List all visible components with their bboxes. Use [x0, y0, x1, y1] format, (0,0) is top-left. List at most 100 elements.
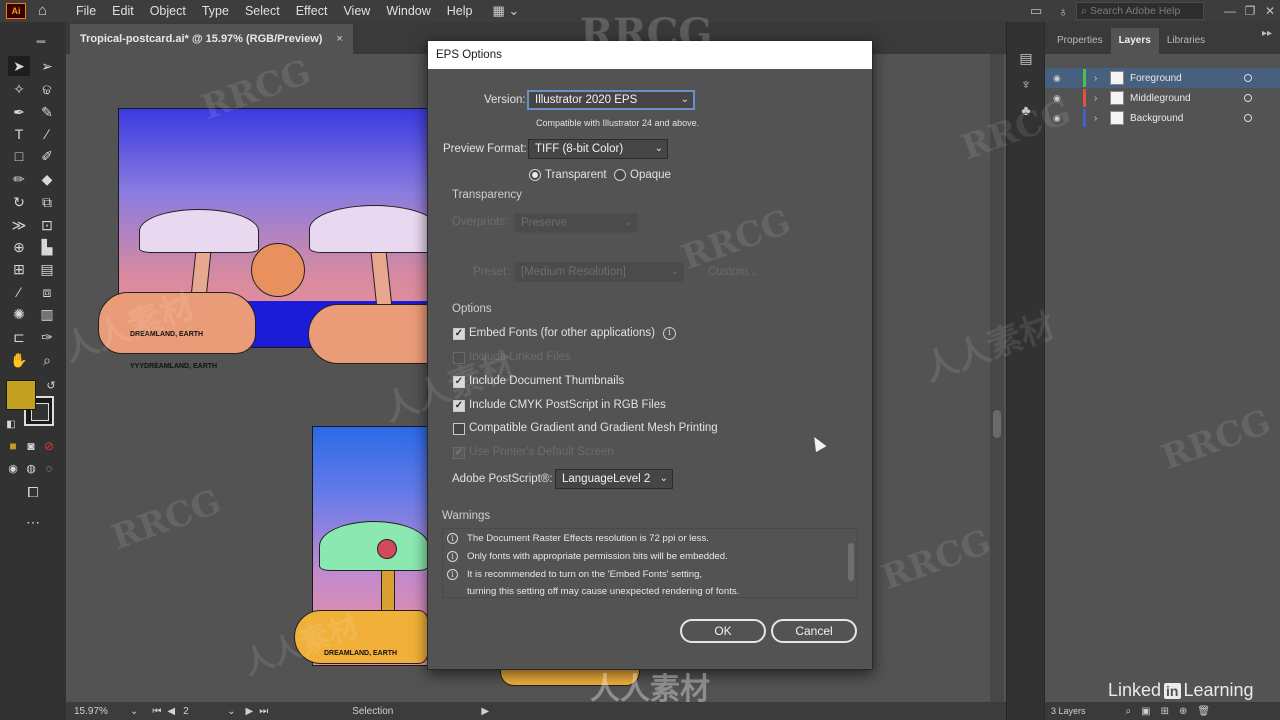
symbol-sprayer-tool-icon[interactable]: ✺ — [8, 304, 30, 324]
arrange-documents-icon[interactable]: ▦ ⌄ — [493, 3, 520, 19]
scale-tool-icon[interactable]: ⧉ — [36, 192, 58, 212]
cmyk-postscript-checkbox[interactable]: ✓ — [453, 400, 465, 412]
menu-type[interactable]: Type — [194, 0, 237, 22]
width-tool-icon[interactable]: ≫ — [8, 215, 30, 235]
graph-tool-icon[interactable]: ▥ — [36, 304, 58, 324]
shaper-tool-icon[interactable]: ✏ — [8, 169, 30, 189]
warnings-scrollbar-thumb[interactable] — [848, 543, 854, 581]
radio-opaque-label[interactable]: Opaque — [630, 169, 671, 181]
layer-row-middleground[interactable]: ◉ › Middleground — [1045, 88, 1280, 108]
thumbnails-label[interactable]: Include Document Thumbnails — [469, 375, 624, 387]
delete-layer-icon[interactable]: 🗑 — [1197, 706, 1210, 717]
last-artboard-icon[interactable]: ⏭ — [259, 706, 268, 717]
expand-chevron-icon[interactable]: › — [1094, 113, 1104, 124]
tab-layers[interactable]: Layers — [1110, 28, 1159, 54]
properties-panel-icon[interactable]: ▤ — [1017, 50, 1035, 68]
zoom-dropdown-icon[interactable]: ⌄ — [130, 706, 138, 717]
layer-row-background[interactable]: ◉ › Background — [1045, 108, 1280, 128]
brushes-panel-icon[interactable]: ♆ — [1017, 76, 1035, 94]
expand-chevron-icon[interactable]: › — [1094, 93, 1104, 104]
type-tool-icon[interactable]: T — [8, 124, 30, 144]
lightbulb-icon[interactable]: ♁ — [1058, 4, 1068, 19]
minimize-icon[interactable]: — — [1220, 4, 1240, 18]
menu-help[interactable]: Help — [439, 0, 481, 22]
new-layer-icon[interactable]: ⊕ — [1179, 706, 1187, 717]
next-artboard-icon[interactable]: ▶ — [245, 706, 253, 717]
slice-tool-icon[interactable]: ✑ — [36, 327, 58, 347]
rectangle-tool-icon[interactable]: □ — [8, 146, 30, 166]
eyedropper-tool-icon[interactable]: ⁄ — [8, 282, 30, 302]
perspective-grid-tool-icon[interactable]: ▙ — [36, 237, 58, 257]
curvature-tool-icon[interactable]: ✎ — [36, 102, 58, 122]
artboard-tool-icon[interactable]: ⊏ — [8, 327, 30, 347]
gradient-tool-icon[interactable]: ▤ — [36, 259, 58, 279]
layer-name[interactable]: Foreground — [1130, 73, 1240, 84]
shape-builder-tool-icon[interactable]: ⊕ — [8, 237, 30, 257]
tab-libraries[interactable]: Libraries — [1159, 28, 1213, 54]
postscript-level-select[interactable]: LanguageLevel 2 ⌄ — [555, 469, 673, 489]
layer-row-foreground[interactable]: ◉ › Foreground — [1045, 68, 1280, 88]
radio-transparent[interactable] — [529, 169, 541, 181]
canvas-vertical-scrollbar[interactable] — [990, 54, 1004, 702]
layer-target-icon[interactable] — [1244, 114, 1252, 122]
status-menu-icon[interactable]: ▶ — [481, 706, 489, 717]
visibility-eye-icon[interactable]: ◉ — [1053, 73, 1067, 84]
artboard-number[interactable]: 2 — [183, 706, 213, 717]
first-artboard-icon[interactable]: ⏮ — [152, 706, 161, 717]
new-sublayer-icon[interactable]: ⊞ — [1161, 706, 1169, 717]
lasso-tool-icon[interactable]: ଢ — [36, 79, 58, 99]
default-colors-icon[interactable]: ◧ — [0, 415, 22, 435]
expand-chevron-icon[interactable]: › — [1094, 73, 1104, 84]
panel-toggle-icon[interactable]: ▭ — [1030, 3, 1042, 19]
document-tab[interactable]: Tropical-postcard.ai* @ 15.97% (RGB/Prev… — [70, 24, 353, 54]
none-mode-icon[interactable]: ⊘ — [38, 436, 60, 456]
radio-opaque[interactable] — [614, 169, 626, 181]
free-transform-tool-icon[interactable]: ⊡ — [36, 215, 58, 235]
rotate-tool-icon[interactable]: ↻ — [8, 192, 30, 212]
embed-fonts-label[interactable]: Embed Fonts (for other applications) — [469, 327, 655, 339]
info-icon[interactable]: i — [663, 327, 676, 340]
warnings-scrollbar[interactable] — [847, 533, 855, 593]
hand-tool-icon[interactable]: ✋ — [8, 350, 30, 370]
compatible-gradient-checkbox[interactable] — [453, 423, 465, 435]
layer-name[interactable]: Middleground — [1130, 93, 1240, 104]
swap-colors-icon[interactable]: ↺ — [40, 376, 62, 396]
close-tab-icon[interactable]: × — [336, 24, 342, 54]
menu-edit[interactable]: Edit — [104, 0, 142, 22]
ok-button[interactable]: OK — [680, 619, 766, 643]
mesh-tool-icon[interactable]: ⊞ — [8, 259, 30, 279]
selection-tool-icon[interactable]: ➤ — [8, 56, 30, 76]
make-clipping-mask-icon[interactable]: ▣ — [1141, 706, 1150, 717]
layer-name[interactable]: Background — [1130, 113, 1240, 124]
close-window-icon[interactable]: ✕ — [1260, 4, 1280, 18]
toolbar-grip-icon[interactable]: ▬ — [30, 30, 52, 50]
menu-select[interactable]: Select — [237, 0, 288, 22]
radio-transparent-label[interactable]: Transparent — [545, 169, 607, 181]
locate-object-icon[interactable]: ⌕ — [1126, 706, 1132, 717]
menu-effect[interactable]: Effect — [288, 0, 336, 22]
menu-file[interactable]: File — [68, 0, 104, 22]
thumbnails-checkbox[interactable]: ✓ — [453, 376, 465, 388]
compatible-gradient-label[interactable]: Compatible Gradient and Gradient Mesh Pr… — [469, 422, 718, 434]
warnings-list[interactable]: i The Document Raster Effects resolution… — [442, 528, 858, 598]
draw-inside-icon[interactable]: ◌ — [38, 459, 60, 479]
visibility-eye-icon[interactable]: ◉ — [1053, 113, 1067, 124]
screen-mode-icon[interactable]: ⧠ — [22, 482, 44, 502]
visibility-eye-icon[interactable]: ◉ — [1053, 93, 1067, 104]
direct-selection-tool-icon[interactable]: ➢ — [36, 56, 58, 76]
panel-collapse-icon[interactable]: ▸▸ — [1262, 28, 1272, 39]
embed-fonts-checkbox[interactable]: ✓ — [453, 328, 465, 340]
menu-object[interactable]: Object — [142, 0, 194, 22]
version-select[interactable]: Illustrator 2020 EPS ⌄ — [527, 90, 695, 110]
magic-wand-tool-icon[interactable]: ✧ — [8, 79, 30, 99]
home-icon[interactable]: ⌂ — [38, 3, 56, 19]
artboard-dropdown-icon[interactable]: ⌄ — [227, 706, 235, 717]
zoom-level[interactable]: 15.97% — [74, 706, 124, 717]
pen-tool-icon[interactable]: ✒ — [8, 102, 30, 122]
fill-color-swatch[interactable] — [6, 380, 36, 410]
line-tool-icon[interactable]: ∕ — [36, 124, 58, 144]
blend-tool-icon[interactable]: ⧈ — [36, 282, 58, 302]
eraser-tool-icon[interactable]: ◆ — [36, 169, 58, 189]
prev-artboard-icon[interactable]: ◀ — [167, 706, 175, 717]
restore-icon[interactable]: ❐ — [1240, 4, 1260, 18]
